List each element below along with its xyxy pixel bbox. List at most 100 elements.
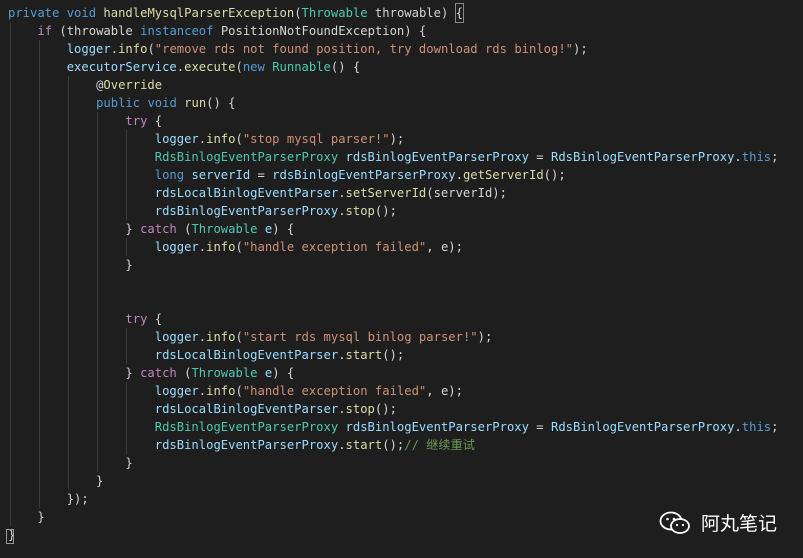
code-line[interactable]: logger. info("handle exception failed", e…: [8, 382, 463, 400]
code-token: info: [206, 132, 236, 146]
code-line[interactable]: @ Override: [8, 76, 162, 94]
code-token: =: [528, 150, 551, 164]
code-token: Throwable: [191, 222, 258, 236]
code-line[interactable]: logger. info("stop mysql parser!");: [8, 130, 405, 148]
code-line[interactable]: }: [8, 256, 132, 274]
code-line[interactable]: long serverId = rdsBinlogEventParserProx…: [8, 166, 566, 184]
code-token: rdsBinlogEventParserProxy: [345, 420, 529, 434]
code-token: .: [338, 204, 346, 218]
code-token: info: [118, 42, 148, 56]
code-token: catch: [140, 366, 177, 380]
code-token: run: [184, 96, 207, 110]
code-line[interactable]: }: [8, 508, 45, 526]
code-token: PositionNotFoundException) {: [213, 24, 427, 38]
code-token: "remove rds not found position, try down…: [154, 42, 574, 56]
code-token: =: [250, 168, 273, 182]
code-editor[interactable]: private void handleMysqlParserException(…: [0, 0, 803, 558]
code-line[interactable]: public void run() {: [8, 94, 235, 112]
code-token: .: [176, 60, 185, 74]
code-line[interactable]: } catch (Throwable e) {: [8, 364, 294, 382]
code-token: stop: [345, 204, 375, 218]
code-token: rdsBinlogEventParserProxy: [154, 438, 339, 452]
code-token: }: [8, 456, 133, 470]
code-line[interactable]: if (throwable instanceof PositionNotFoun…: [8, 22, 426, 40]
code-token: private: [8, 6, 60, 20]
code-token: "handle exception failed": [242, 240, 427, 254]
code-token: executorService: [66, 60, 177, 74]
code-token: rdsBinlogEventParserProxy: [272, 168, 456, 182]
code-token: .: [734, 150, 742, 164]
code-token: }: [8, 510, 45, 524]
code-line[interactable]: rdsLocalBinlogEventParser. setServerId (se…: [8, 184, 507, 202]
code-token: info: [206, 240, 236, 254]
code-token: ();: [374, 204, 397, 218]
code-token: logger: [154, 240, 199, 254]
code-line[interactable]: } catch (Throwable e) {: [8, 220, 294, 238]
code-token: catch: [140, 222, 177, 236]
code-token: .: [338, 402, 346, 416]
code-token: RdsBinlogEventParserProxy: [154, 420, 339, 434]
code-token: this: [741, 420, 772, 434]
code-line[interactable]: private void handleMysqlParserException(…: [8, 3, 465, 23]
code-token: {: [147, 114, 163, 128]
code-token: , e);: [426, 240, 463, 254]
code-token: =: [528, 420, 551, 434]
code-line[interactable]: logger. info("start rds mysql binlog pars…: [8, 328, 493, 346]
code-token: }: [8, 474, 104, 488]
code-token: .: [198, 384, 207, 398]
code-token: info: [206, 330, 236, 344]
code-token: (throwable: [52, 24, 141, 38]
code-token: start: [345, 348, 383, 362]
code-line[interactable]: RdsBinlogEventParserProxy rdsBinlogEvent…: [8, 418, 779, 436]
code-line[interactable]: rdsBinlogEventParserProxy. stop ();: [8, 202, 397, 220]
code-token: (: [147, 42, 155, 56]
code-token: long: [154, 168, 185, 182]
code-token: start: [345, 438, 383, 452]
code-line[interactable]: try {: [8, 112, 162, 130]
watermark: 阿丸笔记: [659, 509, 777, 536]
code-token: .: [338, 348, 346, 362]
code-line[interactable]: }: [8, 454, 133, 472]
code-token: try: [125, 114, 148, 128]
code-line[interactable]: rdsLocalBinlogEventParser. stop ();: [8, 400, 397, 418]
code-token: rdsLocalBinlogEventParser: [154, 402, 339, 416]
code-line[interactable]: logger. info("handle exception failed", e…: [8, 238, 463, 256]
code-token: (: [235, 330, 243, 344]
code-token: logger: [66, 42, 111, 56]
code-token: throwable): [367, 6, 456, 20]
code-line[interactable]: executorService. execute(new Runnable() {: [8, 58, 361, 76]
code-token: () {: [330, 60, 361, 74]
code-line[interactable]: RdsBinlogEventParserProxy rdsBinlogEvent…: [8, 148, 779, 166]
code-token: Throwable: [301, 6, 368, 20]
code-token: e: [264, 366, 273, 380]
code-token: (: [176, 222, 192, 236]
code-line[interactable]: try {: [8, 310, 162, 328]
code-line[interactable]: }: [8, 472, 103, 490]
code-line[interactable]: rdsLocalBinlogEventParser. start ();: [8, 346, 404, 364]
watermark-text: 阿丸笔记: [700, 513, 777, 535]
code-token: );: [389, 132, 405, 146]
code-token: handleMysqlParserException: [103, 6, 295, 20]
code-token: .: [110, 42, 119, 56]
code-token: instanceof: [140, 24, 214, 38]
code-token: });: [8, 492, 89, 506]
code-line[interactable]: });: [8, 490, 89, 508]
code-line[interactable]: logger. info("remove rds not found positi…: [8, 40, 588, 58]
code-token: RdsBinlogEventParserProxy: [550, 150, 735, 164]
code-token: public: [96, 96, 141, 110]
code-line[interactable]: rdsBinlogEventParserProxy. start ();// 继续重…: [8, 436, 475, 454]
code-token: (: [235, 384, 243, 398]
